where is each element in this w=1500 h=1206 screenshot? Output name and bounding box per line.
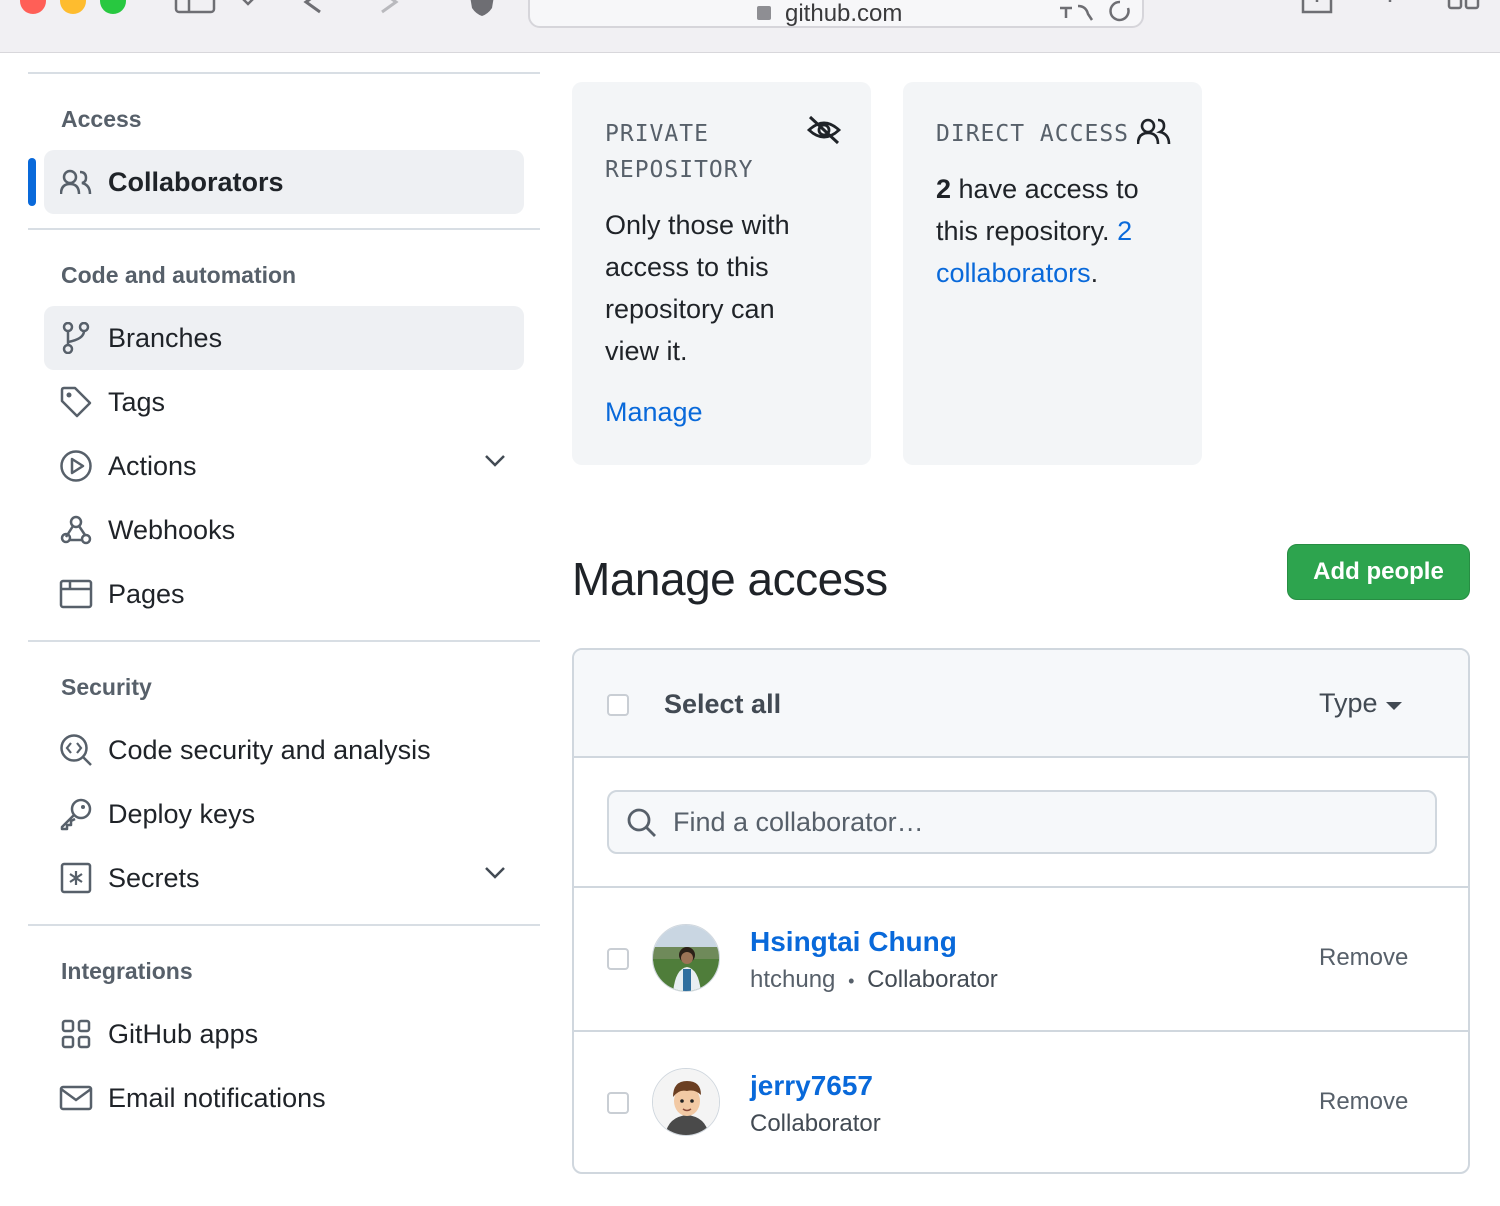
webhook-icon (58, 512, 94, 548)
tag-icon (58, 384, 94, 420)
remove-collaborator-button[interactable]: Remove (1319, 944, 1408, 972)
sidebar-item-collaborators[interactable]: Collaborators (44, 150, 524, 214)
private-description: Only those with access to this repositor… (605, 210, 790, 366)
codescan-icon (58, 732, 94, 768)
reload-icon[interactable] (1108, 0, 1132, 22)
select-all-label[interactable]: Select all (664, 689, 781, 720)
zoom-window-button[interactable] (100, 0, 126, 14)
sidebar-item-label: Collaborators (108, 166, 284, 197)
sidebar-item-label: Code security and analysis (108, 734, 431, 765)
page-title: Manage access (572, 553, 888, 605)
share-icon[interactable] (1300, 0, 1334, 16)
manage-visibility-link[interactable]: Manage (605, 391, 703, 433)
shield-icon[interactable] (468, 0, 496, 18)
table-row: Hsingtai Chung htchung • Collaborator Re… (574, 888, 1468, 1030)
collaborator-name-link[interactable]: jerry7657 (750, 1070, 873, 1102)
table-header: Select all Type (574, 650, 1468, 758)
sidebar-item-label: Branches (108, 322, 223, 353)
collaborator-role: Collaborator (750, 1110, 881, 1137)
search-field[interactable] (607, 790, 1437, 854)
table-row: jerry7657 Collaborator Remove (574, 1030, 1468, 1172)
sidebar-section-access: Access (61, 106, 142, 132)
sidebar-item-github-apps[interactable]: GitHub apps (44, 1002, 524, 1066)
apps-icon (58, 1016, 94, 1052)
sidebar-item-label: Email notifications (108, 1082, 326, 1113)
secret-icon (58, 860, 94, 896)
sidebar-item-code-security[interactable]: Code security and analysis (44, 718, 524, 782)
sidebar-item-label: GitHub apps (108, 1018, 259, 1049)
sidebar-section-security: Security (61, 674, 152, 700)
sidebar-divider (28, 924, 540, 926)
key-icon (58, 796, 94, 832)
lock-icon (757, 6, 771, 20)
collaborator-name-link[interactable]: Hsingtai Chung (750, 926, 957, 958)
sidebar-item-label: Pages (108, 578, 185, 609)
close-window-button[interactable] (20, 0, 46, 14)
sidebar-section-code-automation: Code and automation (61, 262, 297, 288)
browser-icon (58, 576, 94, 612)
avatar[interactable] (652, 924, 720, 992)
sidebar-item-pages[interactable]: Pages (44, 562, 524, 626)
collaborators-link[interactable]: collaborators (936, 258, 1091, 288)
new-tab-icon[interactable] (1380, 0, 1400, 16)
sidebar-item-label: Tags (108, 386, 166, 417)
tab-overview-icon[interactable] (1446, 0, 1482, 16)
private-repository-card: PRIVATE REPOSITORY Only those with acces… (572, 82, 871, 465)
browser-toolbar: github.com (0, 0, 1500, 53)
collaborator-count-link[interactable]: 2 (1117, 216, 1132, 246)
search-input[interactable] (673, 800, 1413, 844)
direct-access-description: 2 have access to this repository. 2 coll… (936, 174, 1139, 288)
add-people-button[interactable]: Add people (1287, 544, 1470, 600)
sidebar-divider (28, 640, 540, 642)
sidebar-item-branches[interactable]: Branches (44, 306, 524, 370)
card-title: PRIVATE REPOSITORY (605, 121, 754, 183)
sidebar-item-webhooks[interactable]: Webhooks (44, 498, 524, 562)
caret-down-icon (1385, 701, 1402, 710)
sidebar-section-integrations: Integrations (61, 958, 193, 984)
url-text: github.com (785, 0, 903, 27)
forward-arrow-icon[interactable] (376, 0, 402, 16)
sidebar-item-label: Webhooks (108, 514, 236, 545)
sidebar-toggle-icon[interactable] (174, 0, 216, 14)
sidebar-divider (28, 72, 540, 74)
select-all-checkbox[interactable] (607, 694, 629, 716)
sidebar-divider (28, 228, 540, 230)
card-title: DIRECT ACCESS (936, 121, 1130, 147)
chevron-down-icon[interactable] (484, 454, 506, 468)
row-checkbox[interactable] (607, 948, 629, 970)
search-row (574, 758, 1468, 888)
active-indicator (28, 158, 36, 206)
back-arrow-icon[interactable] (300, 0, 326, 16)
translate-icon[interactable] (1058, 4, 1094, 24)
mail-icon (58, 1080, 94, 1116)
sidebar-item-label: Deploy keys (108, 798, 256, 829)
type-filter-dropdown[interactable]: Type (1319, 688, 1402, 719)
sidebar-item-label: Secrets (108, 862, 200, 893)
search-icon (627, 808, 656, 837)
people-icon (1137, 118, 1171, 145)
remove-collaborator-button[interactable]: Remove (1319, 1088, 1408, 1116)
sidebar-item-deploy-keys[interactable]: Deploy keys (44, 782, 524, 846)
people-icon (58, 164, 94, 200)
chevron-down-icon[interactable] (484, 866, 506, 880)
row-checkbox[interactable] (607, 1092, 629, 1114)
sidebar-item-label: Actions (108, 450, 197, 481)
sidebar-item-email-notifications[interactable]: Email notifications (44, 1066, 524, 1130)
collaborators-table: Select all Type Hsingtai Chung h (572, 648, 1470, 1174)
direct-access-card: DIRECT ACCESS 2 have access to this repo… (903, 82, 1202, 465)
address-bar[interactable]: github.com (528, 0, 1144, 28)
sidebar-item-actions[interactable]: Actions (44, 434, 524, 498)
collaborator-meta: htchung • Collaborator (750, 966, 998, 993)
sidebar-item-tags[interactable]: Tags (44, 370, 524, 434)
play-icon (58, 448, 94, 484)
minimize-window-button[interactable] (60, 0, 86, 14)
sidebar-item-secrets[interactable]: Secrets (44, 846, 524, 910)
chevron-down-icon[interactable] (240, 0, 256, 8)
git-branch-icon (58, 320, 94, 356)
avatar[interactable] (652, 1068, 720, 1136)
eye-closed-icon (806, 115, 842, 145)
